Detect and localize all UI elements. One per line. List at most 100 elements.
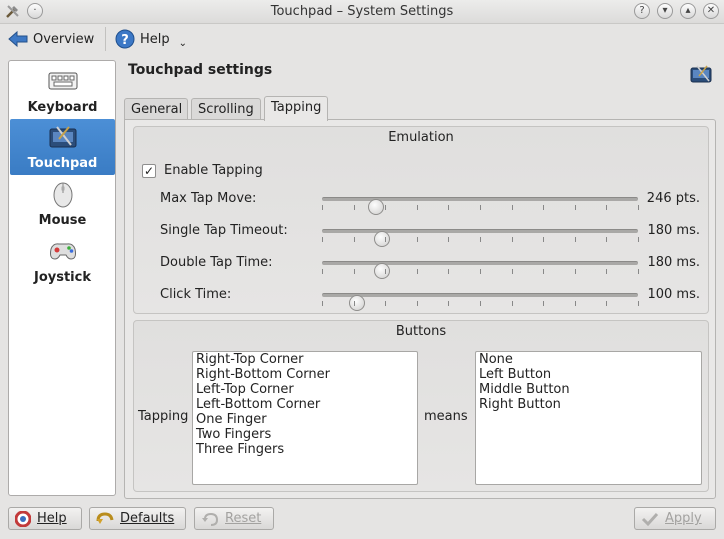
slider-tick (322, 301, 323, 306)
touchpad-icon (49, 126, 77, 148)
help-button[interactable]: Help (8, 507, 82, 530)
defaults-button-label: Defaults (120, 511, 175, 526)
tab-panel-tapping: Emulation ✓ Enable Tapping Max Tap Move:… (124, 119, 716, 499)
help-menu-button[interactable]: ? Help ⌄ (115, 27, 187, 51)
checkmark-icon: ✓ (142, 163, 156, 178)
slider-value: 246 pts. (646, 191, 700, 206)
list-item[interactable]: Two Fingers (196, 427, 414, 442)
slider-tick (480, 301, 481, 306)
slider-tick (638, 269, 639, 274)
double-tap-time-row: Double Tap Time: 180 ms. (160, 253, 710, 279)
slider-tick (353, 205, 355, 210)
context-help-button[interactable]: ? (634, 3, 650, 19)
reset-button[interactable]: Reset (194, 507, 274, 530)
slider-label: Double Tap Time: (160, 255, 273, 270)
list-item[interactable]: Three Fingers (196, 442, 414, 457)
slider-tick (416, 301, 418, 306)
help-label: Help (140, 31, 170, 47)
slider-ticks (322, 237, 639, 243)
check-icon (641, 512, 659, 526)
list-item[interactable]: Right-Bottom Corner (196, 367, 414, 382)
means-list[interactable]: None Left Button Middle Button Right Button (475, 351, 702, 485)
defaults-icon (96, 511, 114, 524)
maximize-button[interactable]: ▴ (680, 3, 696, 19)
slider-value: 180 ms. (647, 255, 700, 270)
click-time-slider[interactable] (322, 293, 638, 311)
list-item[interactable]: None (479, 352, 698, 367)
slider-label: Click Time: (160, 287, 232, 302)
slider-tick (322, 269, 323, 274)
slider-value: 100 ms. (647, 287, 700, 302)
slider-tick (543, 269, 545, 274)
apply-button-label: Apply (665, 511, 702, 526)
slider-tick (511, 237, 513, 242)
minimize-button[interactable]: ▾ (657, 3, 673, 19)
slider-tick (543, 237, 545, 242)
list-item[interactable]: Left Button (479, 367, 698, 382)
max-tap-move-slider[interactable] (322, 197, 638, 215)
slider-tick (511, 205, 513, 210)
slider-tick (638, 205, 639, 210)
mouse-icon (53, 182, 73, 208)
page-title: Touchpad settings (128, 62, 273, 78)
tab-label: Tapping (271, 100, 322, 115)
click-time-row: Click Time: 100 ms. (160, 285, 710, 311)
enable-tapping-checkbox[interactable]: ✓ Enable Tapping (142, 163, 263, 178)
tapping-list[interactable]: Right-Top Corner Right-Bottom Corner Left-… (192, 351, 418, 485)
list-item[interactable]: Middle Button (479, 382, 698, 397)
slider-tick (448, 269, 450, 274)
slider-value: 180 ms. (647, 223, 700, 238)
tab-tapping[interactable]: Tapping (264, 96, 328, 121)
slider-tick (353, 237, 355, 242)
slider-tick (448, 237, 450, 242)
slider-ticks (322, 205, 639, 211)
svg-text:?: ? (121, 33, 129, 48)
slider-tick (385, 237, 387, 242)
defaults-button[interactable]: Defaults (89, 507, 186, 530)
slider-tick (385, 205, 387, 210)
sidebar-item-joystick[interactable]: Joystick (10, 233, 115, 289)
group-title: Buttons (395, 324, 447, 339)
double-tap-time-slider[interactable] (322, 261, 638, 279)
chevron-down-icon: ⌄ (178, 37, 188, 49)
slider-tick (606, 205, 608, 210)
back-arrow-icon (8, 30, 28, 48)
reset-icon (202, 512, 219, 526)
sidebar-item-keyboard[interactable]: Keyboard (10, 63, 115, 119)
list-item[interactable]: Left-Top Corner (196, 382, 414, 397)
tab-label: General (131, 102, 183, 117)
slider-tick (511, 301, 513, 306)
single-tap-timeout-row: Single Tap Timeout: 180 ms. (160, 221, 710, 247)
sidebar-item-mouse[interactable]: Mouse (10, 176, 115, 232)
slider-tick (574, 237, 576, 242)
touchpad-icon (690, 65, 712, 83)
slider-tick (322, 237, 323, 242)
slider-tick (353, 301, 355, 306)
list-item[interactable]: Right Button (479, 397, 698, 412)
tab-scrolling[interactable]: Scrolling (191, 98, 261, 120)
slider-tick (480, 205, 481, 210)
close-button[interactable]: ✕ (703, 3, 719, 19)
tab-label: Scrolling (198, 102, 254, 117)
sidebar-item-touchpad[interactable]: Touchpad (10, 119, 115, 175)
title-bar: · Touchpad – System Settings ? ▾ ▴ ✕ (0, 0, 724, 24)
overview-button[interactable]: Overview (8, 27, 94, 51)
list-item[interactable]: Left-Bottom Corner (196, 397, 414, 412)
slider-tick (574, 269, 576, 274)
list-item[interactable]: Right-Top Corner (196, 352, 414, 367)
tab-general[interactable]: General (124, 98, 188, 120)
window-title: Touchpad – System Settings (270, 4, 454, 19)
slider-tick (606, 237, 608, 242)
list-item[interactable]: One Finger (196, 412, 414, 427)
slider-ticks (322, 301, 639, 307)
single-tap-timeout-slider[interactable] (322, 229, 638, 247)
apply-button[interactable]: Apply (634, 507, 716, 530)
tapping-label: Tapping (138, 409, 189, 424)
sidebar-item-label: Touchpad (27, 156, 98, 171)
slider-tick (448, 205, 450, 210)
slider-tick (416, 205, 418, 210)
slider-tick (385, 269, 387, 274)
help-button-label: Help (37, 511, 67, 526)
slider-tick (574, 205, 576, 210)
slider-tick (322, 205, 323, 210)
